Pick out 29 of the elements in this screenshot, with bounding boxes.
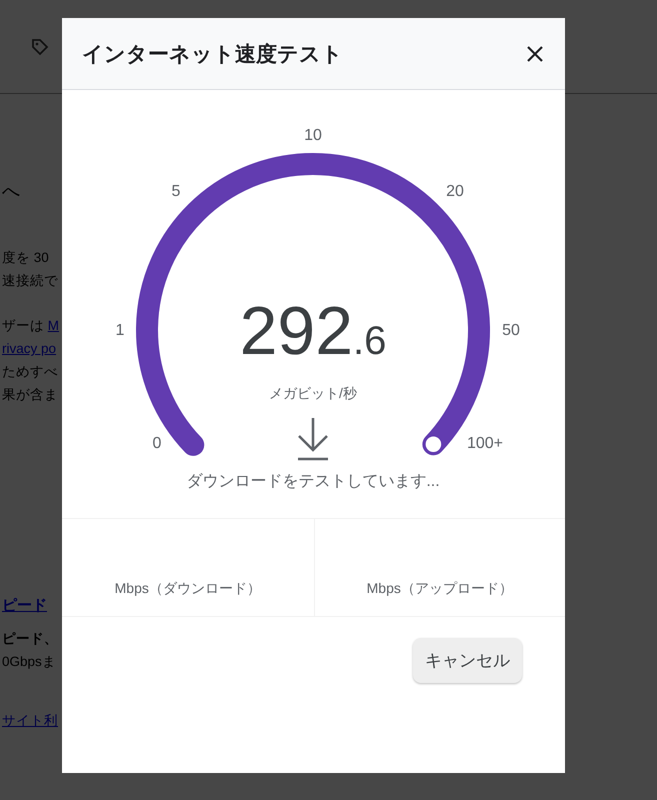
tick-label: 20 xyxy=(446,183,464,200)
link-text[interactable]: サイト利 xyxy=(2,713,58,728)
speed-value: 292.6 xyxy=(240,293,386,369)
unit-label: メガビット/秒 xyxy=(269,385,357,401)
cancel-button[interactable]: キャンセル xyxy=(413,638,522,683)
page-text: ためすべ xyxy=(2,364,58,379)
result-label: Mbps（ダウンロード） xyxy=(114,580,261,598)
page-text: 速接続で xyxy=(2,273,58,288)
tick-label: 1 xyxy=(116,322,124,339)
page-text: 0Gbpsま xyxy=(2,654,56,669)
dialog-title: インターネット速度テスト xyxy=(82,42,343,68)
link-text[interactable]: ピード xyxy=(2,597,47,614)
download-icon xyxy=(298,416,328,460)
tick-label: 5 xyxy=(172,183,180,200)
page-text: 果が含ま xyxy=(2,387,58,402)
close-icon[interactable] xyxy=(525,44,545,64)
page-text: 度を 30 xyxy=(2,250,49,265)
status-text: ダウンロードをテストしています... xyxy=(186,473,440,490)
tick-label: 100+ xyxy=(466,435,504,452)
tick-label: 0 xyxy=(152,435,162,452)
tag-icon xyxy=(30,36,50,56)
tick-label: 10 xyxy=(304,127,322,144)
page-text: へ xyxy=(2,181,20,201)
page-text: ピード、 xyxy=(2,631,58,646)
link-text[interactable]: M xyxy=(48,318,60,333)
link-text[interactable]: rivacy po xyxy=(2,341,56,356)
result-label: Mbps（アップロード） xyxy=(366,580,513,598)
tick-label: 50 xyxy=(502,322,520,339)
page-text: ザーは xyxy=(2,318,45,333)
